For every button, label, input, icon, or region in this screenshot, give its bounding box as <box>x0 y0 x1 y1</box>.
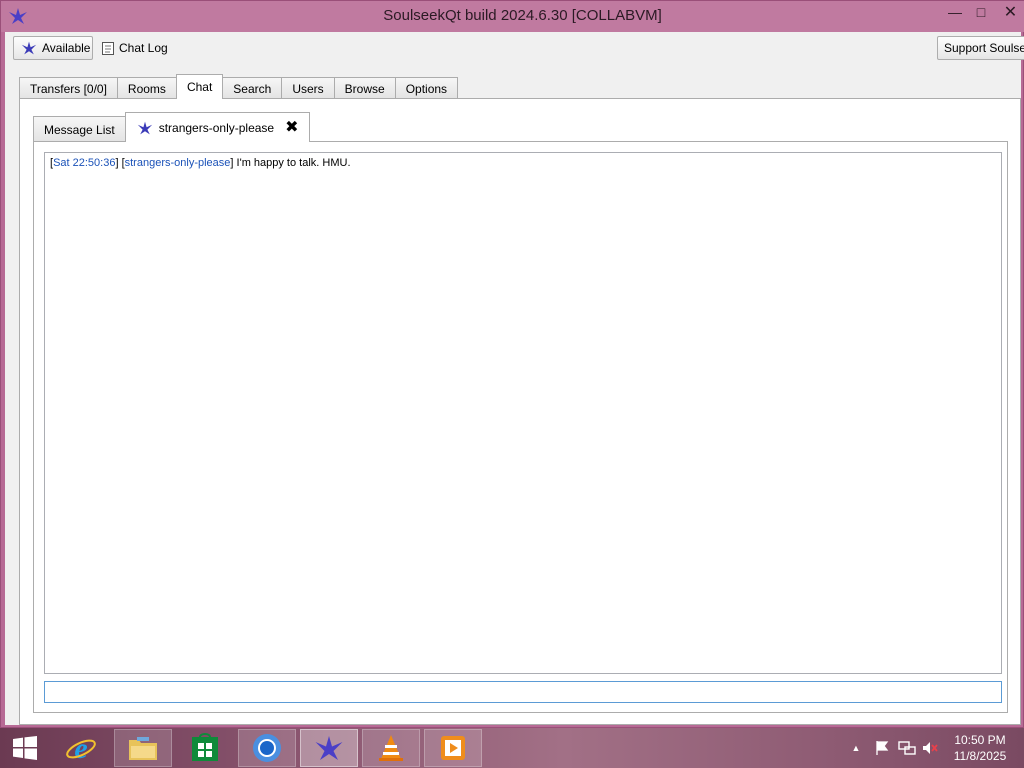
taskbar-vlc[interactable] <box>362 729 420 767</box>
tab-options[interactable]: Options <box>394 77 459 99</box>
folder-icon <box>129 737 157 760</box>
tab-message-list[interactable]: Message List <box>33 116 126 142</box>
chat-log-button[interactable]: Chat Log <box>99 36 169 60</box>
taskbar: e ▲ 10:50 PM 11/8/2025 <box>0 728 1024 768</box>
taskbar-soulseek[interactable] <box>300 729 358 767</box>
tab-chat[interactable]: Chat <box>175 74 224 99</box>
soulseek-bird-icon <box>315 736 343 760</box>
chat-tab-bar: Message List strangers-only-please ✖ <box>33 112 310 142</box>
chat-message: [Sat 22:50:36] [strangers-only-please] I… <box>50 157 351 169</box>
soulseek-bird-icon <box>21 41 37 55</box>
support-soulseek-button[interactable]: Support Soulseek <box>937 36 1024 60</box>
app-window: SoulseekQt build 2024.6.30 [COLLABVM] — … <box>0 0 1024 728</box>
tab-private-chat[interactable]: strangers-only-please ✖ <box>124 112 310 142</box>
window-title: SoulseekQt build 2024.6.30 [COLLABVM] <box>383 7 662 24</box>
windows-logo-icon <box>13 736 37 760</box>
maximize-button[interactable]: □ <box>967 1 995 23</box>
close-window-button[interactable]: ✕ <box>996 1 1024 23</box>
close-tab-icon[interactable]: ✖ <box>285 119 298 136</box>
chrome-icon <box>253 734 281 762</box>
status-label: Available <box>42 41 91 55</box>
tab-rooms[interactable]: Rooms <box>116 77 177 99</box>
media-player-icon <box>441 736 465 760</box>
document-icon <box>102 41 114 55</box>
private-chat-label: strangers-only-please <box>158 120 275 135</box>
taskbar-media-player[interactable] <box>424 729 482 767</box>
taskbar-windows-store[interactable] <box>176 729 234 767</box>
start-button[interactable] <box>8 734 42 762</box>
tab-users[interactable]: Users <box>281 77 335 99</box>
svg-text:e: e <box>74 732 87 764</box>
chat-log[interactable]: [Sat 22:50:36] [strangers-only-please] I… <box>44 152 1002 674</box>
network-icon[interactable] <box>896 738 918 758</box>
tab-browse[interactable]: Browse <box>333 77 396 99</box>
action-center-flag-icon[interactable] <box>872 738 892 758</box>
client-area: Available Chat Log Support Soulseek Tran… <box>5 32 1024 725</box>
show-hidden-icons-button[interactable]: ▲ <box>848 738 864 758</box>
chat-log-label: Chat Log <box>119 41 168 55</box>
status-available-button[interactable]: Available <box>13 36 93 60</box>
chat-message-input[interactable] <box>44 681 1002 703</box>
tab-search[interactable]: Search <box>222 77 283 99</box>
taskbar-file-explorer[interactable] <box>114 729 172 767</box>
title-bar[interactable]: SoulseekQt build 2024.6.30 [COLLABVM] — … <box>1 1 1024 32</box>
clock-time: 10:50 PM <box>954 733 1006 747</box>
minimize-button[interactable]: — <box>941 1 969 23</box>
taskbar-chrome[interactable] <box>238 729 296 767</box>
message-text: I'm happy to talk. HMU. <box>236 157 351 169</box>
internet-explorer-icon: e <box>66 732 96 764</box>
store-icon <box>192 733 218 761</box>
message-timestamp[interactable]: Sat 22:50:36 <box>53 157 115 169</box>
message-username[interactable]: strangers-only-please <box>125 157 231 169</box>
clock-date: 11/8/2025 <box>953 749 1007 763</box>
tab-transfers[interactable]: Transfers [0/0] <box>19 77 118 99</box>
private-chat-panel: [Sat 22:50:36] [strangers-only-please] I… <box>33 141 1008 713</box>
toolbar: Available Chat Log Support Soulseek <box>5 32 1024 66</box>
soulseek-bird-icon <box>137 121 152 134</box>
chat-panel: Message List strangers-only-please ✖ [Sa… <box>19 98 1021 725</box>
system-clock[interactable]: 10:50 PM 11/8/2025 <box>944 732 1016 764</box>
taskbar-internet-explorer[interactable]: e <box>52 729 110 767</box>
main-tab-bar: Transfers [0/0] Rooms Chat Search Users … <box>19 74 459 99</box>
vlc-cone-icon <box>379 735 403 761</box>
volume-muted-icon[interactable] <box>920 738 940 758</box>
